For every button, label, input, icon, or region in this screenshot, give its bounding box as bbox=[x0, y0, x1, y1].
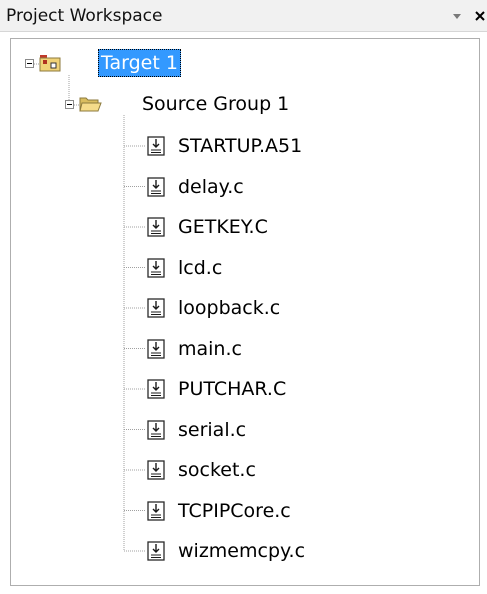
c-source-file-icon bbox=[147, 541, 165, 561]
project-workspace-panel: Project Workspace Target 1 Source Group … bbox=[0, 0, 487, 594]
tree-node-file[interactable]: loopback.c bbox=[175, 294, 283, 322]
tree-node-source-group[interactable]: Source Group 1 bbox=[139, 90, 292, 118]
tree-node-file[interactable]: delay.c bbox=[175, 173, 247, 201]
c-source-file-icon bbox=[147, 176, 165, 197]
tree-node-file[interactable]: serial.c bbox=[175, 416, 249, 444]
tree-node-file[interactable]: PUTCHAR.C bbox=[175, 375, 289, 403]
c-source-file-icon bbox=[147, 338, 165, 359]
tree-node-file[interactable]: GETKEY.C bbox=[175, 213, 271, 241]
close-icon[interactable] bbox=[474, 10, 486, 22]
c-source-file-icon bbox=[147, 217, 165, 237]
tree-node-file[interactable]: wizmemcpy.c bbox=[175, 537, 308, 565]
folder-open-icon bbox=[79, 97, 102, 112]
panel-title: Project Workspace bbox=[6, 6, 163, 26]
tree-node-file[interactable]: TCPIPCore.c bbox=[175, 497, 294, 525]
c-source-file-icon bbox=[147, 379, 165, 399]
tree-node-file[interactable]: STARTUP.A51 bbox=[175, 132, 305, 160]
tree-node-file[interactable]: socket.c bbox=[175, 456, 259, 484]
tree-node-file[interactable]: lcd.c bbox=[175, 254, 225, 282]
target-folder-icon bbox=[39, 55, 61, 72]
panel-titlebar[interactable]: Project Workspace bbox=[0, 0, 487, 32]
c-source-file-icon bbox=[147, 257, 165, 278]
project-tree[interactable]: Target 1 Source Group 1 STARTUP.A51 delay… bbox=[10, 38, 480, 586]
c-source-file-icon bbox=[147, 298, 165, 318]
tree-node-target[interactable]: Target 1 bbox=[98, 49, 181, 77]
c-source-file-icon bbox=[147, 460, 165, 480]
c-source-file-icon bbox=[147, 419, 165, 440]
collapse-button-source-group[interactable] bbox=[65, 100, 74, 109]
c-source-file-icon bbox=[147, 500, 165, 521]
tree-node-file[interactable]: main.c bbox=[175, 335, 245, 363]
collapse-button-target[interactable] bbox=[25, 59, 34, 68]
dropdown-arrow-icon[interactable] bbox=[452, 11, 462, 21]
c-source-file-icon bbox=[147, 136, 165, 156]
